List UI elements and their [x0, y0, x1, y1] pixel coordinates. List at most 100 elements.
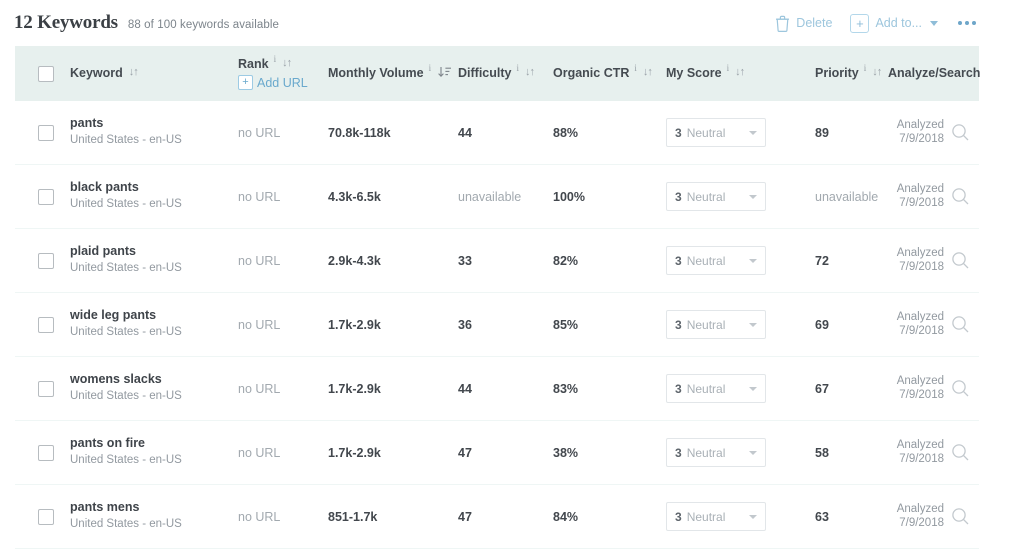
sort-toggle-rank[interactable]: ↓↑ — [282, 57, 292, 70]
sort-toggle-difficulty[interactable]: ↓↑ — [525, 66, 535, 79]
rank-cell: no URL — [238, 101, 328, 165]
my-score-select[interactable]: 3 Neutral — [666, 374, 766, 403]
search-icon[interactable] — [951, 507, 970, 526]
my-score-select[interactable]: 3 Neutral — [666, 438, 766, 467]
column-priority: Priority i ↓↑ — [801, 46, 888, 101]
sort-toggle-my-score[interactable]: ↓↑ — [735, 66, 745, 79]
page-title: 12 Keywords — [14, 12, 118, 33]
my-score-label: Neutral — [686, 125, 726, 140]
sort-toggle-priority[interactable]: ↓↑ — [872, 66, 882, 79]
keyword-cell: black pants United States - en-US — [70, 164, 238, 229]
analyzed-date: 7/9/2018 — [899, 452, 944, 465]
row-checkbox[interactable] — [38, 252, 54, 269]
keyword-locale: United States - en-US — [70, 326, 182, 339]
table-body: pants United States - en-US no URL 70.8k-11… — [15, 101, 979, 549]
rank-value: no URL — [238, 381, 281, 396]
monthly-volume-value: 4.3k-6.5k — [328, 189, 381, 204]
keyword-cell: pants mens United States - en-US — [70, 484, 238, 549]
keyword-locale: United States - en-US — [70, 390, 182, 403]
rank-value: no URL — [238, 253, 281, 268]
column-rank: Rank i ↓↑ + Add URL — [238, 46, 328, 101]
table-row: pants United States - en-US no URL 70.8k-11… — [15, 101, 979, 165]
add-url-button[interactable]: + Add URL — [238, 75, 328, 91]
search-icon[interactable] — [951, 123, 970, 142]
sort-toggle-keyword[interactable]: ↓↑ — [129, 66, 139, 79]
row-checkbox[interactable] — [38, 508, 54, 525]
priority-cell: 89 — [801, 101, 888, 165]
row-checkbox[interactable] — [38, 444, 54, 461]
keyword-term: pants on fire — [70, 436, 146, 451]
analyzed-status: Analyzed 7/9/2018 — [888, 311, 944, 339]
sort-toggle-monthly-volume[interactable] — [437, 66, 452, 82]
delete-button[interactable]: Delete — [775, 15, 832, 32]
search-icon[interactable] — [951, 315, 970, 334]
my-score-select[interactable]: 3 Neutral — [666, 502, 766, 531]
analyze-search-cell: Analyzed 7/9/2018 — [888, 420, 979, 485]
rank-cell: no URL — [238, 420, 328, 485]
chevron-down-icon — [749, 194, 757, 199]
my-score-select[interactable]: 3 Neutral — [666, 310, 766, 339]
organic-ctr-value: 100% — [553, 189, 585, 204]
rank-cell: no URL — [238, 164, 328, 229]
dot-icon — [972, 21, 976, 25]
monthly-volume-cell: 1.7k-2.9k — [328, 356, 458, 421]
more-options-button[interactable] — [956, 17, 978, 29]
difficulty-cell: 33 — [458, 228, 553, 293]
row-checkbox[interactable] — [38, 316, 54, 333]
monthly-volume-cell: 70.8k-118k — [328, 101, 458, 165]
search-icon[interactable] — [951, 379, 970, 398]
table-row: womens slacks United States - en-US no URL… — [15, 356, 979, 421]
search-icon[interactable] — [951, 443, 970, 462]
my-score-cell: 3 Neutral — [666, 101, 801, 165]
plus-icon: + — [238, 75, 253, 91]
row-select-cell — [15, 292, 70, 357]
search-icon[interactable] — [951, 251, 970, 270]
difficulty-cell: 44 — [458, 101, 553, 165]
column-difficulty-label: Difficulty — [458, 66, 512, 81]
info-icon[interactable]: i — [274, 54, 277, 64]
info-icon[interactable]: i — [864, 63, 867, 73]
priority-cell: 72 — [801, 228, 888, 293]
organic-ctr-cell: 85% — [553, 292, 666, 357]
difficulty-cell: 47 — [458, 420, 553, 485]
my-score-select[interactable]: 3 Neutral — [666, 246, 766, 275]
row-select-cell — [15, 356, 70, 421]
row-checkbox[interactable] — [38, 380, 54, 397]
organic-ctr-value: 83% — [553, 381, 579, 396]
chevron-down-icon — [749, 514, 757, 519]
priority-cell: 69 — [801, 292, 888, 357]
organic-ctr-value: 82% — [553, 253, 579, 268]
my-score-value: 3 — [675, 189, 682, 204]
difficulty-value: 44 — [458, 125, 472, 140]
monthly-volume-value: 1.7k-2.9k — [328, 381, 381, 396]
column-priority-label: Priority — [815, 66, 859, 81]
my-score-value: 3 — [675, 317, 682, 332]
row-checkbox[interactable] — [38, 124, 54, 141]
info-icon[interactable]: i — [634, 63, 637, 73]
info-icon[interactable]: i — [727, 63, 730, 73]
info-icon[interactable]: i — [429, 63, 432, 73]
sort-toggle-organic-ctr[interactable]: ↓↑ — [643, 66, 653, 79]
difficulty-value: 36 — [458, 317, 472, 332]
keyword-cell: pants on fire United States - en-US — [70, 420, 238, 485]
analyzed-status: Analyzed 7/9/2018 — [888, 439, 944, 467]
info-icon[interactable]: i — [516, 63, 519, 73]
my-score-select[interactable]: 3 Neutral — [666, 118, 766, 147]
my-score-cell: 3 Neutral — [666, 164, 801, 229]
analyze-search-cell: Analyzed 7/9/2018 — [888, 228, 979, 293]
monthly-volume-value: 2.9k-4.3k — [328, 253, 381, 268]
select-all-checkbox[interactable] — [38, 65, 54, 82]
dot-icon — [958, 21, 962, 25]
analyze-search-cell: Analyzed 7/9/2018 — [888, 164, 979, 229]
keyword-locale: United States - en-US — [70, 454, 182, 467]
my-score-label: Neutral — [686, 317, 726, 332]
row-checkbox[interactable] — [38, 188, 54, 205]
search-icon[interactable] — [951, 187, 970, 206]
analyzed-date: 7/9/2018 — [899, 196, 944, 209]
my-score-select[interactable]: 3 Neutral — [666, 182, 766, 211]
add-to-button[interactable]: + Add to... — [850, 13, 938, 33]
organic-ctr-value: 85% — [553, 317, 579, 332]
my-score-cell: 3 Neutral — [666, 228, 801, 293]
analyzed-status: Analyzed 7/9/2018 — [888, 503, 944, 531]
analyzed-status: Analyzed 7/9/2018 — [888, 247, 944, 275]
